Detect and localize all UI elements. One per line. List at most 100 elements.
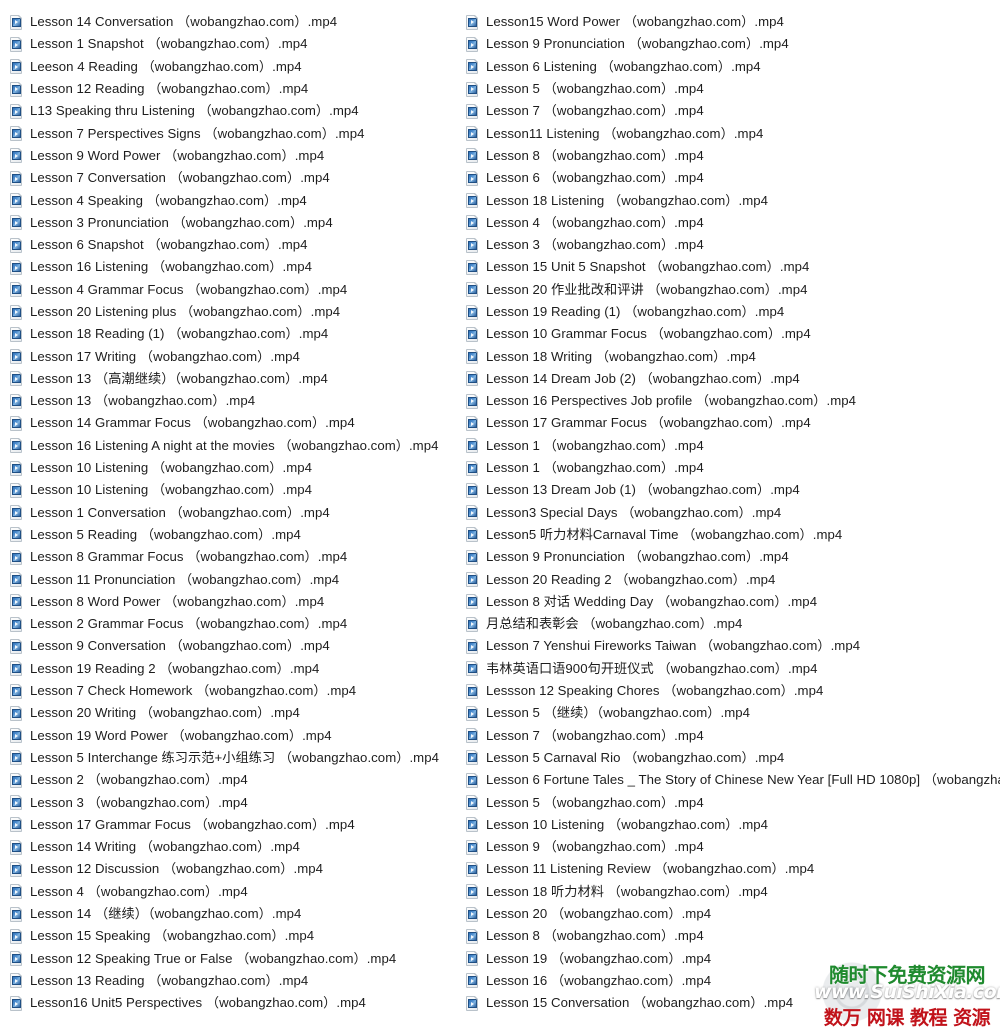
file-row[interactable]: Lesson 12 Discussion （wobangzhao.com）.mp… [10,858,465,880]
file-row[interactable]: Lesson 20 作业批改和评讲 （wobangzhao.com）.mp4 [466,279,1000,301]
file-row[interactable]: Lesson 4 （wobangzhao.com）.mp4 [10,881,465,903]
file-row[interactable]: Lesson 18 Reading (1) （wobangzhao.com）.m… [10,323,465,345]
file-row[interactable]: Lesson 18 Listening （wobangzhao.com）.mp4 [466,189,1000,211]
mp4-video-file-icon [10,460,23,476]
file-row[interactable]: Lesson 4 Grammar Focus （wobangzhao.com）.… [10,279,465,301]
file-row[interactable]: Lesson 17 Grammar Focus （wobangzhao.com）… [10,814,465,836]
file-row[interactable]: Lesson 8 Word Power （wobangzhao.com）.mp4 [10,591,465,613]
file-row[interactable]: Lesson 8 （wobangzhao.com）.mp4 [466,925,1000,947]
file-row[interactable]: Lesson 10 Listening （wobangzhao.com）.mp4 [10,457,465,479]
file-row[interactable]: Lesson 2 （wobangzhao.com）.mp4 [10,769,465,791]
file-row[interactable]: Lesson 15 Speaking （wobangzhao.com）.mp4 [10,925,465,947]
file-row[interactable]: Lesson 20 Reading 2 （wobangzhao.com）.mp4 [466,568,1000,590]
file-row[interactable]: Lesson 7 （wobangzhao.com）.mp4 [466,100,1000,122]
file-name-label: Lesson 1 （wobangzhao.com）.mp4 [486,460,704,476]
file-row[interactable]: Lesson 20 Writing （wobangzhao.com）.mp4 [10,702,465,724]
file-row[interactable]: Lesson5 听力材料Carnaval Time （wobangzhao.co… [466,524,1000,546]
file-row[interactable]: Lesson 10 Listening （wobangzhao.com）.mp4 [466,814,1000,836]
file-row[interactable]: Lesson 14 （继续）（wobangzhao.com）.mp4 [10,903,465,925]
file-row[interactable]: Lesson 9 Conversation （wobangzhao.com）.m… [10,635,465,657]
file-row[interactable]: Lesson 5 Reading （wobangzhao.com）.mp4 [10,524,465,546]
mp4-video-file-icon [466,259,479,275]
file-row[interactable]: Lesson 19 Reading (1) （wobangzhao.com）.m… [466,301,1000,323]
file-row[interactable]: Lesson 9 Pronunciation （wobangzhao.com）.… [466,546,1000,568]
mp4-video-file-icon [10,304,23,320]
file-row[interactable]: Lesson 18 听力材料 （wobangzhao.com）.mp4 [466,881,1000,903]
file-row[interactable]: Lesson 19 Word Power （wobangzhao.com）.mp… [10,725,465,747]
file-row[interactable]: Lesson 13 Reading （wobangzhao.com）.mp4 [10,970,465,992]
file-row[interactable]: Lesson 14 Grammar Focus （wobangzhao.com）… [10,412,465,434]
file-row[interactable]: Lesson 3 Pronunciation （wobangzhao.com）.… [10,212,465,234]
file-row[interactable]: Lesson15 Word Power （wobangzhao.com）.mp4 [466,11,1000,33]
file-row[interactable]: Lesson 3 （wobangzhao.com）.mp4 [466,234,1000,256]
mp4-video-file-icon [466,460,479,476]
file-row[interactable]: Lesson 10 Grammar Focus （wobangzhao.com）… [466,323,1000,345]
file-row[interactable]: 月总结和表彰会 （wobangzhao.com）.mp4 [466,613,1000,635]
mp4-video-file-icon [466,527,479,543]
file-row[interactable]: Lesson 1 （wobangzhao.com）.mp4 [466,435,1000,457]
file-row[interactable]: Lesson 14 Conversation （wobangzhao.com）.… [10,11,465,33]
file-row[interactable]: Lesson 13 （高潮继续）（wobangzhao.com）.mp4 [10,368,465,390]
file-row[interactable]: Lesson 14 Dream Job (2) （wobangzhao.com）… [466,368,1000,390]
file-row[interactable]: Lesson16 Unit5 Perspectives （wobangzhao.… [10,992,465,1014]
mp4-video-file-icon [10,148,23,164]
file-name-label: Lesson 18 听力材料 （wobangzhao.com）.mp4 [486,883,768,899]
file-row[interactable]: Lesson 12 Speaking True or False （wobang… [10,947,465,969]
file-row[interactable]: Lesson 15 Unit 5 Snapshot （wobangzhao.co… [466,256,1000,278]
file-row[interactable]: L13 Speaking thru Listening （wobangzhao.… [10,100,465,122]
file-row[interactable]: Lesson 5 （wobangzhao.com）.mp4 [466,791,1000,813]
file-row[interactable]: Lesson 6 （wobangzhao.com）.mp4 [466,167,1000,189]
file-row[interactable]: Lesson 20 Listening plus （wobangzhao.com… [10,301,465,323]
file-row[interactable]: Lesson 7 Perspectives Signs （wobangzhao.… [10,122,465,144]
file-row[interactable]: Lesson 3 （wobangzhao.com）.mp4 [10,791,465,813]
file-row[interactable]: Lesson 17 Grammar Focus （wobangzhao.com）… [466,412,1000,434]
file-name-label: Lesson16 Unit5 Perspectives （wobangzhao.… [30,995,366,1011]
file-row[interactable]: Lessson 12 Speaking Chores （wobangzhao.c… [466,680,1000,702]
file-row[interactable]: Lesson 20 （wobangzhao.com）.mp4 [466,903,1000,925]
file-row[interactable]: Lesson 11 Pronunciation （wobangzhao.com）… [10,568,465,590]
file-row[interactable]: Lesson 5 Carnaval Rio （wobangzhao.com）.m… [466,747,1000,769]
file-name-label: Lesson 11 Pronunciation （wobangzhao.com）… [30,571,340,587]
file-row[interactable]: Lesson11 Listening （wobangzhao.com）.mp4 [466,122,1000,144]
file-row[interactable]: Lesson 1 （wobangzhao.com）.mp4 [466,457,1000,479]
file-row[interactable]: Lesson 6 Fortune Tales _ The Story of Ch… [466,769,1000,791]
file-row[interactable]: Lesson 13 （wobangzhao.com）.mp4 [10,390,465,412]
mp4-video-file-icon [10,594,23,610]
file-row[interactable]: Lesson 9 Pronunciation （wobangzhao.com）.… [466,33,1000,55]
file-row[interactable]: Lesson 14 Writing （wobangzhao.com）.mp4 [10,836,465,858]
file-row[interactable]: Lesson 16 Listening （wobangzhao.com）.mp4 [10,256,465,278]
file-row[interactable]: Lesson 11 Listening Review （wobangzhao.c… [466,858,1000,880]
file-row[interactable]: Lesson 6 Snapshot （wobangzhao.com）.mp4 [10,234,465,256]
file-row[interactable]: Lesson 19 Reading 2 （wobangzhao.com）.mp4 [10,658,465,680]
file-row[interactable]: Lesson 7 （wobangzhao.com）.mp4 [466,725,1000,747]
file-row[interactable]: Lesson 16 Listening A night at the movie… [10,435,465,457]
file-row[interactable]: 韦林英语口语900句开班仪式 （wobangzhao.com）.mp4 [466,658,1000,680]
file-row[interactable]: Lesson 1 Snapshot （wobangzhao.com）.mp4 [10,33,465,55]
file-name-label: Lesson 16 Perspectives Job profile （woba… [486,393,856,409]
file-row[interactable]: Lesson 8 对话 Wedding Day （wobangzhao.com）… [466,591,1000,613]
file-row[interactable]: Lesson 7 Yenshui Fireworks Taiwan （woban… [466,635,1000,657]
file-row[interactable]: Lesson 8 （wobangzhao.com）.mp4 [466,145,1000,167]
file-row[interactable]: Lesson 12 Reading （wobangzhao.com）.mp4 [10,78,465,100]
file-row[interactable]: Lesson 10 Listening （wobangzhao.com）.mp4 [10,479,465,501]
file-row[interactable]: Lesson 4 （wobangzhao.com）.mp4 [466,212,1000,234]
file-row[interactable]: Lesson 16 Perspectives Job profile （woba… [466,390,1000,412]
file-row[interactable]: Leeson 4 Reading （wobangzhao.com）.mp4 [10,56,465,78]
file-row[interactable]: Lesson 2 Grammar Focus （wobangzhao.com）.… [10,613,465,635]
file-row[interactable]: Lesson 7 Conversation （wobangzhao.com）.m… [10,167,465,189]
file-row[interactable]: Lesson 9 （wobangzhao.com）.mp4 [466,836,1000,858]
file-row[interactable]: Lesson 13 Dream Job (1) （wobangzhao.com）… [466,479,1000,501]
mp4-video-file-icon [466,36,479,52]
file-row[interactable]: Lesson 5 Interchange 练习示范+小组练习 （wobangzh… [10,747,465,769]
file-row[interactable]: Lesson 4 Speaking （wobangzhao.com）.mp4 [10,189,465,211]
file-row[interactable]: Lesson 5 （wobangzhao.com）.mp4 [466,78,1000,100]
file-row[interactable]: Lesson 1 Conversation （wobangzhao.com）.m… [10,502,465,524]
file-row[interactable]: Lesson 8 Grammar Focus （wobangzhao.com）.… [10,546,465,568]
file-row[interactable]: Lesson 9 Word Power （wobangzhao.com）.mp4 [10,145,465,167]
file-row[interactable]: Lesson 7 Check Homework （wobangzhao.com）… [10,680,465,702]
file-row[interactable]: Lesson 6 Listening （wobangzhao.com）.mp4 [466,56,1000,78]
file-row[interactable]: Lesson 18 Writing （wobangzhao.com）.mp4 [466,345,1000,367]
file-row[interactable]: Lesson 5 （继续）（wobangzhao.com）.mp4 [466,702,1000,724]
file-row[interactable]: Lesson 17 Writing （wobangzhao.com）.mp4 [10,345,465,367]
file-row[interactable]: Lesson3 Special Days （wobangzhao.com）.mp… [466,502,1000,524]
